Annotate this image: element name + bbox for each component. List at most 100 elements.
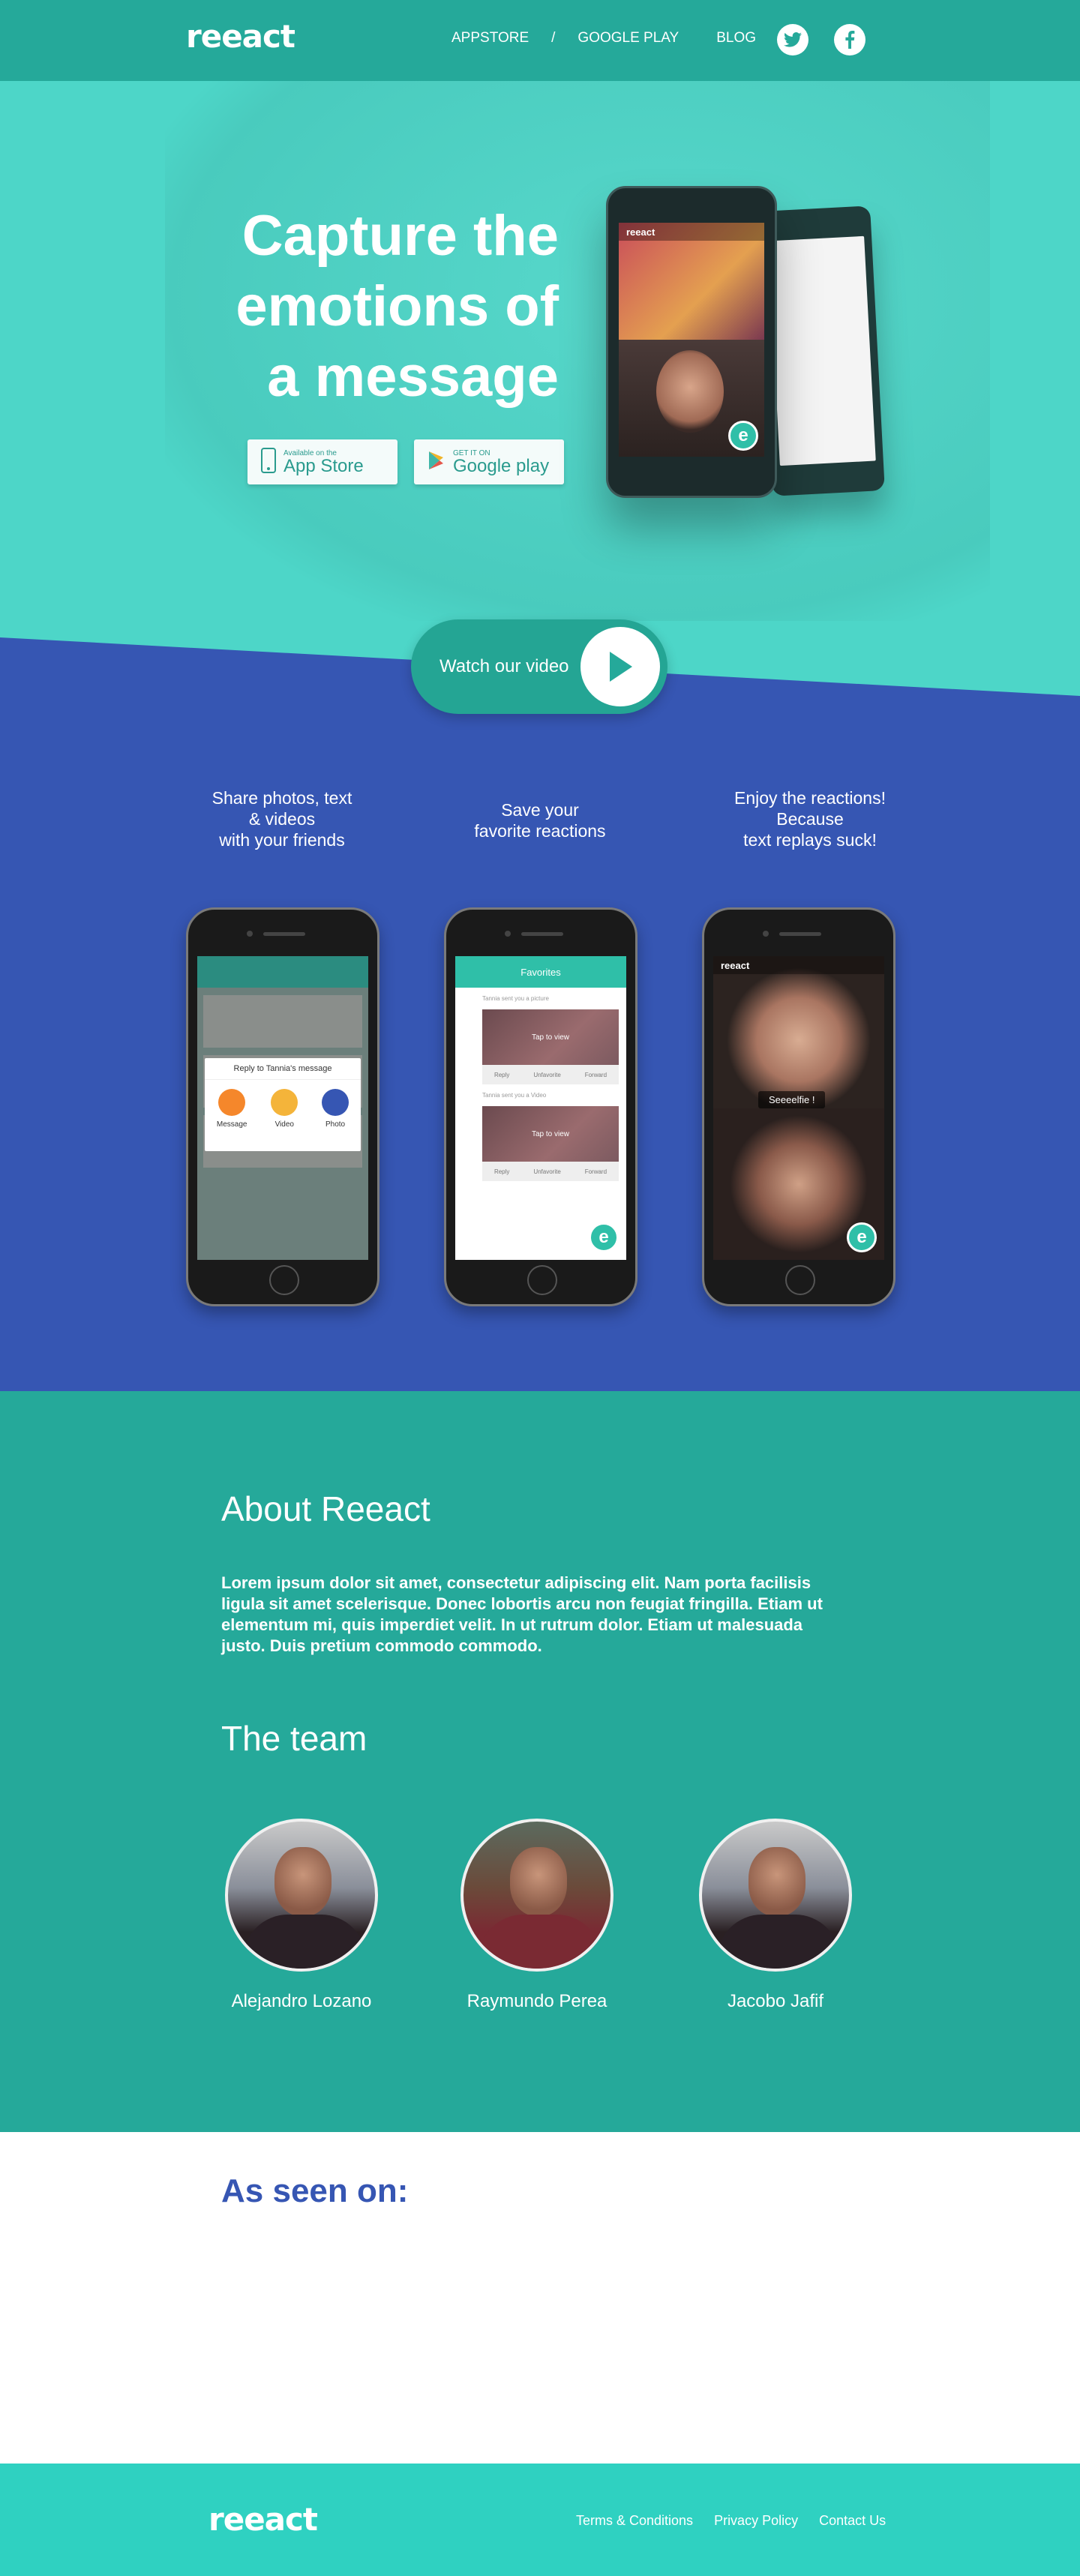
- phone-camera: [247, 931, 253, 937]
- avatar-body: [243, 1915, 366, 1969]
- fav-card-actions: Reply Unfavorite Forward: [482, 1065, 619, 1084]
- nav-googleplay-link[interactable]: GOOGLE PLAY: [578, 30, 679, 46]
- phone-speaker: [521, 932, 563, 936]
- home-button: [527, 1265, 557, 1295]
- member-name: Raymundo Perea: [466, 1991, 608, 2011]
- footer-links: Terms & Conditions Privacy Policy Contac…: [576, 2513, 907, 2529]
- terms-link[interactable]: Terms & Conditions: [576, 2513, 693, 2529]
- phone-camera: [505, 931, 511, 937]
- member-name: Alejandro Lozano: [231, 1991, 372, 2011]
- google-big-text: Google play: [453, 455, 550, 476]
- hero-phone-face: [656, 350, 724, 433]
- google-play-icon: [428, 451, 446, 474]
- reply-option-video-label: Video: [274, 1120, 294, 1129]
- logo[interactable]: reeact: [186, 18, 296, 55]
- reply-modal-title: Reply to Tannia's message: [205, 1058, 361, 1080]
- reply-action[interactable]: Reply: [494, 1072, 509, 1078]
- feature-caption-share: Share photos, text & videos with your fr…: [212, 788, 352, 850]
- message-icon: [218, 1089, 246, 1116]
- nav-separator: /: [551, 30, 556, 46]
- avatar-head: [274, 1847, 332, 1916]
- app-store-button[interactable]: Available on the App Store: [248, 439, 398, 484]
- favorites-screen: Favorites Tannia sent you a picture Tap …: [455, 956, 626, 1260]
- appstore-big-text: App Store: [284, 455, 364, 476]
- dim-row: [203, 995, 362, 1048]
- about-title: About Reeact: [221, 1489, 430, 1528]
- feature-phone-share: Reply to Tannia's message Message Video …: [186, 907, 380, 1306]
- footer-logo[interactable]: reeact: [208, 2501, 318, 2538]
- phone-speaker: [779, 932, 821, 936]
- team-member: Jacobo Jafif: [678, 1819, 873, 2012]
- avatar-body: [478, 1915, 602, 1969]
- nav-blog-link[interactable]: BLOG: [716, 30, 756, 46]
- forward-action[interactable]: Forward: [585, 1168, 607, 1175]
- facebook-icon[interactable]: [834, 24, 866, 55]
- team-member: Alejandro Lozano: [204, 1819, 399, 2012]
- reply-action[interactable]: Reply: [494, 1168, 509, 1175]
- share-screen: Reply to Tannia's message Message Video …: [197, 956, 368, 1260]
- avatar: [460, 1819, 614, 1972]
- reactions-screen: reeact Seeeelfie ! e: [713, 956, 884, 1260]
- avatar-head: [748, 1847, 806, 1916]
- as-seen-on-title: As seen on:: [221, 2173, 409, 2209]
- video-icon: [271, 1089, 298, 1116]
- fav-meta-1: Tannia sent you a picture: [482, 995, 549, 1002]
- member-name: Jacobo Jafif: [727, 1991, 824, 2011]
- reply-modal: Reply to Tannia's message Message Video …: [205, 1058, 361, 1151]
- team-member: Raymundo Perea: [440, 1819, 634, 2012]
- reply-option-message[interactable]: Message: [216, 1089, 248, 1129]
- fav-card-image[interactable]: Tap to view: [482, 1009, 619, 1065]
- reeact-e-icon[interactable]: e: [589, 1222, 619, 1252]
- twitter-icon[interactable]: [777, 24, 808, 55]
- home-button: [785, 1265, 815, 1295]
- forward-action[interactable]: Forward: [585, 1072, 607, 1078]
- headline-line-1: Capture the: [242, 204, 559, 268]
- unfavorite-action[interactable]: Unfavorite: [533, 1168, 560, 1175]
- hero-headline: Capture the emotions of a message: [139, 201, 559, 412]
- team-title: The team: [221, 1719, 368, 1758]
- footer: reeact Terms & Conditions Privacy Policy…: [0, 2464, 1080, 2576]
- apple-icon: [261, 447, 276, 477]
- google-play-button[interactable]: GET IT ON Google play: [414, 439, 564, 484]
- reply-option-message-label: Message: [216, 1120, 248, 1129]
- phone-camera: [763, 931, 769, 937]
- watch-video-button[interactable]: Watch our video: [411, 619, 668, 714]
- play-icon[interactable]: [580, 627, 660, 706]
- avatar: [699, 1819, 852, 1972]
- phone-speaker: [263, 932, 305, 936]
- home-button: [269, 1265, 299, 1295]
- reeact-e-icon[interactable]: e: [847, 1222, 877, 1252]
- hero-phone-appbar: reeact: [619, 223, 764, 241]
- fav-card-2[interactable]: Tap to view Reply Unfavorite Forward: [482, 1106, 619, 1181]
- feature-caption-save: Save your favorite reactions: [474, 800, 606, 841]
- reply-option-video[interactable]: Video: [271, 1089, 298, 1129]
- watch-video-label: Watch our video: [440, 656, 569, 676]
- about-section: About Reeact Lorem ipsum dolor sit amet,…: [0, 1391, 1080, 2132]
- avatar-body: [717, 1915, 840, 1969]
- feature-phone-favorites: Favorites Tannia sent you a picture Tap …: [444, 907, 638, 1306]
- feature-caption-enjoy: Enjoy the reactions! Because text replay…: [734, 788, 886, 850]
- avatar-head: [510, 1847, 567, 1916]
- reactions-appbar: reeact: [713, 956, 884, 974]
- privacy-link[interactable]: Privacy Policy: [714, 2513, 798, 2529]
- selfie-caption: Seeeelfie !: [758, 1091, 826, 1108]
- camera-icon: [322, 1089, 350, 1116]
- hero-phone-back-screen: [768, 235, 876, 466]
- reply-option-photo-label: Photo: [325, 1120, 346, 1129]
- avatar: [225, 1819, 378, 1972]
- favorites-header: Favorites: [455, 956, 626, 988]
- selfie-top-image: [713, 956, 884, 1108]
- hero-phone-bottom-image: e: [619, 340, 764, 457]
- reply-options: Message Video Photo: [205, 1080, 361, 1129]
- feature-phone-reactions: reeact Seeeelfie ! e: [702, 907, 896, 1306]
- top-nav: reeact APPSTORE / GOOGLE PLAY BLOG: [0, 0, 1080, 81]
- fav-card-actions: Reply Unfavorite Forward: [482, 1162, 619, 1181]
- fav-card-image[interactable]: Tap to view: [482, 1106, 619, 1162]
- unfavorite-action[interactable]: Unfavorite: [533, 1072, 560, 1078]
- about-text: Lorem ipsum dolor sit amet, consectetur …: [221, 1573, 823, 1655]
- fav-card-1[interactable]: Tap to view Reply Unfavorite Forward: [482, 1009, 619, 1084]
- reply-option-photo[interactable]: Photo: [322, 1089, 350, 1129]
- contact-link[interactable]: Contact Us: [819, 2513, 886, 2529]
- headline-line-2: emotions of: [236, 274, 559, 338]
- nav-appstore-link[interactable]: APPSTORE: [452, 30, 529, 46]
